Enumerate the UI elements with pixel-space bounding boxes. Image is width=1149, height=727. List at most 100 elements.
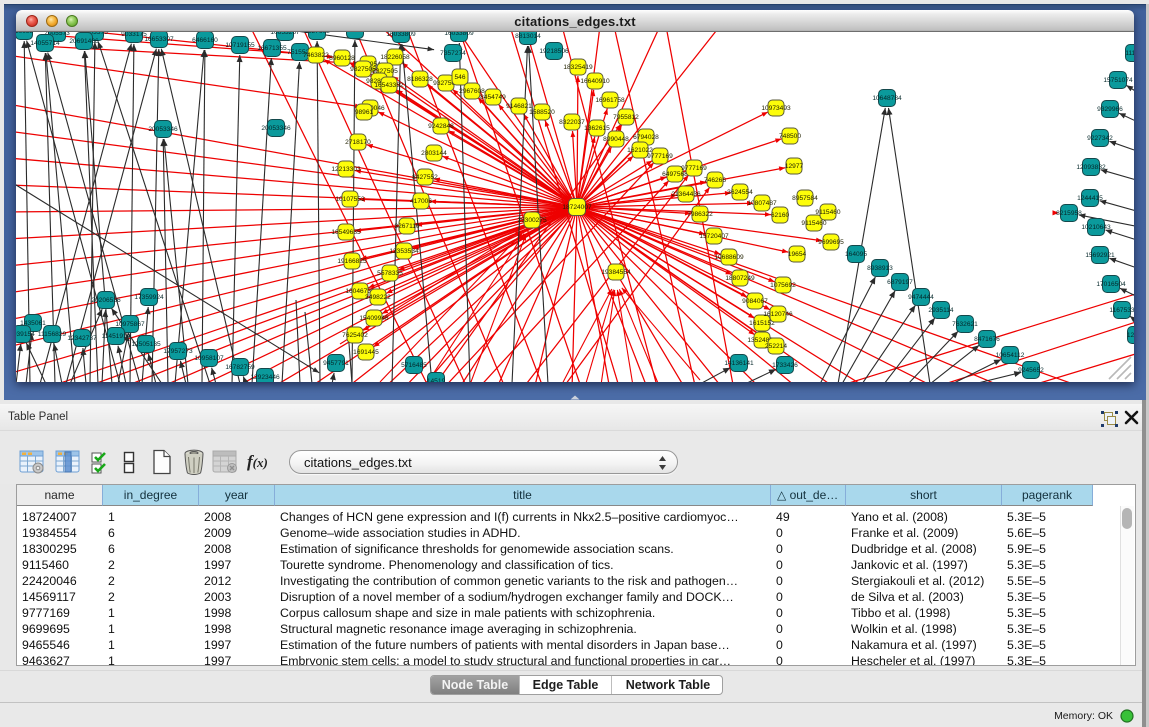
svg-text:8990448: 8990448 (603, 136, 629, 143)
svg-text:10719155: 10719155 (225, 42, 255, 49)
svg-text:19218506: 19218506 (539, 48, 569, 55)
svg-text:11156829: 11156829 (38, 331, 67, 338)
svg-text:12342737: 12342737 (67, 335, 97, 342)
svg-text:16653307: 16653307 (144, 36, 174, 43)
svg-text:16033809: 16033809 (444, 32, 474, 37)
svg-text:12353534: 12353534 (389, 248, 419, 255)
svg-text:17016504: 17016504 (1096, 281, 1126, 288)
svg-text:20206536: 20206536 (91, 297, 121, 304)
svg-text:8471676: 8471676 (974, 336, 1000, 343)
svg-text:12213303: 12213303 (331, 166, 361, 173)
svg-text:3267110: 3267110 (394, 223, 420, 230)
svg-text:19166825: 19166825 (337, 258, 367, 265)
svg-text:21364436: 21364436 (671, 191, 701, 198)
svg-text:8215958: 8215958 (1056, 210, 1082, 217)
svg-text:18724007: 18724007 (562, 204, 592, 211)
svg-text:2935114: 2935114 (928, 307, 954, 314)
svg-text:10653267: 10653267 (270, 32, 300, 36)
svg-text:14136141: 14136141 (724, 360, 754, 367)
svg-text:1075692: 1075692 (770, 282, 796, 289)
svg-text:1691445: 1691445 (353, 349, 379, 356)
svg-text:9777169: 9777169 (681, 165, 707, 172)
svg-text:16633: 16633 (16, 32, 33, 35)
svg-text:16033809: 16033809 (386, 32, 416, 38)
svg-text:62160: 62160 (771, 212, 790, 219)
svg-text:19654: 19654 (788, 251, 807, 258)
svg-text:12744: 12744 (1127, 332, 1134, 339)
svg-text:6794028: 6794028 (633, 134, 659, 141)
svg-text:1244415: 1244415 (1077, 195, 1103, 202)
svg-text:16120746: 16120746 (763, 311, 793, 318)
svg-text:98961: 98961 (355, 109, 374, 116)
svg-text:8427552: 8427552 (412, 174, 438, 181)
svg-text:6879197: 6879197 (887, 279, 913, 286)
svg-text:1733426: 1733426 (772, 362, 798, 369)
svg-text:1527602: 1527602 (342, 32, 368, 34)
svg-text:12093832: 12093832 (1076, 164, 1106, 171)
svg-text:12505135: 12505135 (131, 341, 161, 348)
svg-text:9115460: 9115460 (815, 209, 841, 216)
svg-text:17957273: 17957273 (163, 348, 193, 355)
svg-text:2718170: 2718170 (345, 139, 371, 146)
svg-text:10654112: 10654112 (996, 352, 1025, 359)
svg-text:3624554: 3624554 (727, 189, 753, 196)
svg-text:20053346: 20053346 (261, 125, 291, 132)
svg-text:15751074: 15751074 (1103, 77, 1133, 84)
svg-text:18226058: 18226058 (380, 54, 410, 61)
svg-text:1362615: 1362615 (584, 125, 610, 132)
svg-text:9457791: 9457791 (323, 360, 349, 367)
svg-text:6466160: 6466160 (192, 37, 218, 44)
svg-text:10107553: 10107553 (335, 196, 365, 203)
svg-text:18325419: 18325419 (563, 64, 593, 71)
svg-text:9084067: 9084067 (742, 298, 768, 305)
svg-text:7986322: 7986322 (687, 211, 713, 218)
svg-text:6497568: 6497568 (662, 171, 688, 178)
svg-text:9115460: 9115460 (801, 220, 827, 227)
svg-text:164095: 164095 (845, 251, 867, 258)
svg-text:16782759: 16782759 (225, 364, 255, 371)
svg-text:9329966: 9329966 (1097, 106, 1123, 113)
svg-text:10958107: 10958107 (194, 355, 224, 362)
svg-text:14519: 14519 (427, 378, 446, 382)
svg-text:10688609: 10688609 (714, 254, 744, 261)
svg-text:9777169: 9777169 (647, 153, 673, 160)
svg-text:9033175: 9033175 (121, 32, 147, 38)
svg-text:14055714: 14055714 (30, 40, 60, 47)
svg-text:16543382: 16543382 (374, 82, 404, 89)
svg-text:16961758: 16961758 (595, 97, 625, 104)
svg-text:8186328: 8186328 (407, 76, 433, 83)
svg-text:5578335: 5578335 (377, 270, 403, 277)
svg-text:9242848: 9242848 (428, 123, 454, 130)
svg-text:12977: 12977 (785, 163, 804, 170)
svg-text:10807487: 10807487 (747, 200, 777, 207)
svg-text:25300275: 25300275 (517, 217, 547, 224)
svg-text:3498222: 3498222 (365, 294, 391, 301)
svg-text:8322037: 8322037 (559, 119, 585, 126)
svg-text:8938913: 8938913 (867, 265, 893, 272)
svg-text:19384554: 19384554 (601, 269, 631, 276)
svg-text:746266: 746266 (704, 177, 726, 184)
svg-text:16671355: 16671355 (257, 45, 287, 52)
svg-text:11451914: 11451914 (102, 333, 131, 340)
svg-text:9227342: 9227342 (1087, 135, 1113, 142)
svg-text:417006: 417006 (410, 198, 432, 205)
svg-text:8454749: 8454749 (480, 94, 506, 101)
svg-text:16640910: 16640910 (580, 78, 610, 85)
svg-text:17359924: 17359924 (134, 294, 164, 301)
svg-text:12923446: 12923446 (250, 374, 280, 381)
svg-text:10210643: 10210643 (1081, 224, 1111, 231)
svg-text:8957584: 8957584 (792, 195, 818, 202)
svg-text:9245652: 9245652 (1018, 367, 1044, 374)
svg-text:5716485: 5716485 (401, 362, 427, 369)
svg-text:1167533: 1167533 (1109, 307, 1134, 314)
svg-text:10648784: 10648784 (872, 95, 902, 102)
svg-text:1527602: 1527602 (304, 32, 330, 35)
svg-text:8813014: 8813014 (515, 33, 541, 40)
svg-text:11122: 11122 (1125, 50, 1134, 57)
svg-text:7632621: 7632621 (952, 321, 978, 328)
svg-text:252214: 252214 (765, 343, 787, 350)
svg-text:9474444: 9474444 (908, 294, 934, 301)
svg-text:15409948: 15409948 (359, 315, 389, 322)
svg-text:7357274: 7357274 (440, 50, 466, 57)
svg-text:8960128: 8960128 (329, 55, 355, 62)
